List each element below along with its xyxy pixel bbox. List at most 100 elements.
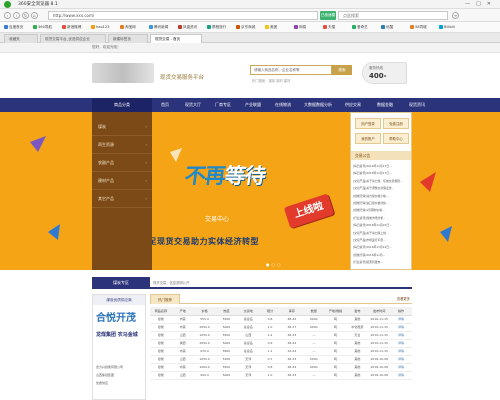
tab-hot-recommend[interactable]: 热门推荐 (150, 294, 180, 304)
news-item[interactable]: [交易产品]关于动力煤上线... (353, 230, 411, 236)
category-item[interactable]: 建材产品 › (92, 172, 152, 190)
table-cell: 其他 (346, 363, 369, 372)
bookmark-item[interactable]: 58同城 (410, 24, 427, 31)
nav-item[interactable]: 首页 (154, 98, 176, 112)
category-item[interactable]: 再生资源 › (92, 136, 152, 154)
bookmark-item[interactable]: 京东商城 (236, 24, 255, 31)
bookmark-item[interactable]: 腾讯新闻 (149, 24, 168, 31)
hotline-number: 400- (369, 72, 387, 80)
notice-title: 交易公告 (351, 151, 411, 160)
news-item[interactable]: [煤炭行情]1月钢材价格... (353, 207, 411, 213)
bookmark-item[interactable]: 网易 (294, 24, 306, 31)
url-input[interactable]: http://www.xxx.com/ (48, 11, 318, 20)
panel-button[interactable]: 用户登录 (355, 118, 381, 129)
bookmark-item[interactable]: 百度首页 (4, 24, 23, 31)
panel-button[interactable]: 免费注册 (383, 118, 409, 129)
bookmark-item[interactable]: 淘宝网 (120, 24, 136, 31)
nav-item[interactable]: 现货大厅 (180, 98, 206, 112)
supplier-line[interactable]: 优质供应 (96, 381, 108, 385)
nav-item[interactable]: 在线物流 (270, 98, 296, 112)
site-search-input[interactable]: 请输入商品名称、企业名称等 (250, 65, 332, 75)
table-cell: 1.2 (259, 331, 281, 340)
nav-category-toggle[interactable]: 商品分类 (92, 98, 152, 112)
nav-item[interactable]: 数据金融 (370, 98, 400, 112)
window-controls[interactable]: —□✕ (465, 1, 497, 7)
category-item[interactable]: 农副产品 › (92, 154, 152, 172)
news-item[interactable]: [煤炭行情]2016年11月... (353, 252, 411, 258)
news-item[interactable]: [每日资讯]2016年11月17日... (353, 170, 411, 176)
hero-banner[interactable]: 不再等待 交易中心 上线啦 立足现货交易助力实体经济转型 ●○○ (0, 112, 500, 270)
row-detail-link[interactable]: 详情 (390, 347, 412, 356)
category-item[interactable]: 煤炭 › (92, 118, 152, 136)
news-item[interactable]: [行业资讯]煤炭市场分析... (353, 215, 411, 221)
row-detail-link[interactable]: 详情 (390, 371, 412, 380)
browser-tab[interactable]: 收藏夹 (4, 34, 38, 43)
news-item[interactable]: [每日资讯]2016年11月17日... (353, 163, 411, 169)
supplier-logo-2[interactable]: 龙煤集团 农马金城 (96, 331, 142, 347)
carousel-dots[interactable]: ●○○ (266, 262, 282, 267)
bookmark-item[interactable]: 优酷 (381, 24, 393, 31)
bookmark-item[interactable]: 新浪微博 (62, 24, 81, 31)
table-cell: 28-42 (280, 339, 303, 348)
bookmark-item[interactable]: 360导航 (33, 24, 52, 31)
table-cell: 内蒙 (171, 347, 194, 356)
browser-search-input[interactable]: 点此搜索 (338, 11, 448, 20)
supplier-logo-1[interactable]: 合悦开茂 (96, 309, 142, 327)
hero-headline: 不再等待 (183, 164, 267, 188)
news-item[interactable]: [交易产品]市场运行平稳... (353, 237, 411, 243)
table-cell: 天津 (237, 363, 260, 372)
home-icon[interactable]: ⌂ (31, 12, 38, 19)
bookmark-item[interactable]: 天猫 (323, 24, 335, 31)
news-item[interactable]: [每日资讯]2016年11月14日... (353, 244, 411, 250)
table-cell: 1050.0 (193, 331, 216, 340)
table-cell: 1000.0 (193, 363, 216, 372)
row-detail-link[interactable]: 详情 (390, 315, 412, 324)
nav-item[interactable]: 厂商专区 (210, 98, 236, 112)
news-item[interactable]: [交易产品]关于动力煤、焦炭交易规则... (353, 178, 411, 184)
table-cell: 2016-11-15 (368, 347, 391, 356)
supplier-line[interactable]: 合力兴煤炭有限公司 (96, 365, 123, 369)
refresh-icon[interactable]: ↻ (22, 12, 29, 19)
browser-tab[interactable]: 新建标签页 (108, 34, 148, 43)
back-icon[interactable]: ‹ (4, 12, 11, 19)
supplier-line[interactable]: 山西焦煤集团 (96, 373, 114, 377)
news-item[interactable]: [每日资讯]2016年11月15日... (353, 222, 411, 228)
table-row: 煤炭 内蒙 555.0 5500 秦皇岛 0.8 28-42 9000 吨其他 2016-11-1… (150, 315, 412, 324)
bookmark-item[interactable]: 爱奇艺 (352, 24, 368, 31)
row-detail-link[interactable]: 详情 (390, 331, 412, 340)
table-row: 煤炭 山西 1050.0 5500 山西 1.2 28-33— 吨天台 2016-11-15 详情 (150, 331, 412, 340)
news-item[interactable]: [交易产品]关于调整交易保证金... (353, 185, 411, 191)
row-detail-link[interactable]: 详情 (390, 355, 412, 364)
bookmark-item[interactable]: 携程旅行 (207, 24, 226, 31)
site-search-button[interactable]: 搜索 (332, 65, 352, 75)
nav-item[interactable]: 现货资讯 (404, 98, 430, 112)
nav-item[interactable]: 产业联盟 (240, 98, 266, 112)
row-detail-link[interactable]: 详情 (390, 339, 412, 348)
news-item[interactable]: [煤炭行情]进口煤价格持续... (353, 200, 411, 206)
bookmark-item[interactable]: 凤凰资讯 (178, 24, 197, 31)
table-body: 煤炭 内蒙 555.0 5500 秦皇岛 0.8 28-42 9000 吨其他 2016-11-1… (150, 315, 412, 380)
category-item[interactable]: 其它产品 › (92, 190, 152, 208)
bookmark-item[interactable]: 美团 (265, 24, 277, 31)
browser-tab[interactable]: 现货交易平台_优选供应企业 (40, 34, 106, 43)
menu-icon[interactable]: ≡ (452, 12, 459, 19)
nav-item[interactable]: 大数据数据分析 (300, 98, 336, 112)
bookmark-item[interactable]: Bilibili (439, 24, 455, 31)
view-more-link[interactable]: 查看更多 (397, 296, 410, 301)
forward-icon[interactable]: › (13, 12, 20, 19)
table-cell: — (302, 371, 325, 380)
row-detail-link[interactable]: 详情 (390, 363, 412, 372)
bookmark-favicon-icon (33, 25, 37, 29)
browser-tab[interactable]: 现货交易 - 首页 (150, 34, 202, 43)
nav-item[interactable]: 供应交易 (340, 98, 366, 112)
news-item[interactable]: [行业资讯]能源局发布... (353, 259, 411, 265)
panel-button[interactable]: 我的账户 (355, 133, 381, 144)
table-header-cell: 发布时间 (368, 307, 391, 316)
site-logo[interactable] (92, 63, 154, 83)
speed-mode-badge[interactable]: 已极速模式 (320, 11, 336, 26)
news-item[interactable]: [煤炭行情]动力煤价格小幅... (353, 193, 411, 199)
panel-button[interactable]: 帮助中心 (383, 133, 409, 144)
bookmark-item[interactable]: hao123 (91, 24, 110, 31)
row-detail-link[interactable]: 详情 (390, 323, 412, 332)
table-header-cell: 库存 (280, 307, 303, 316)
